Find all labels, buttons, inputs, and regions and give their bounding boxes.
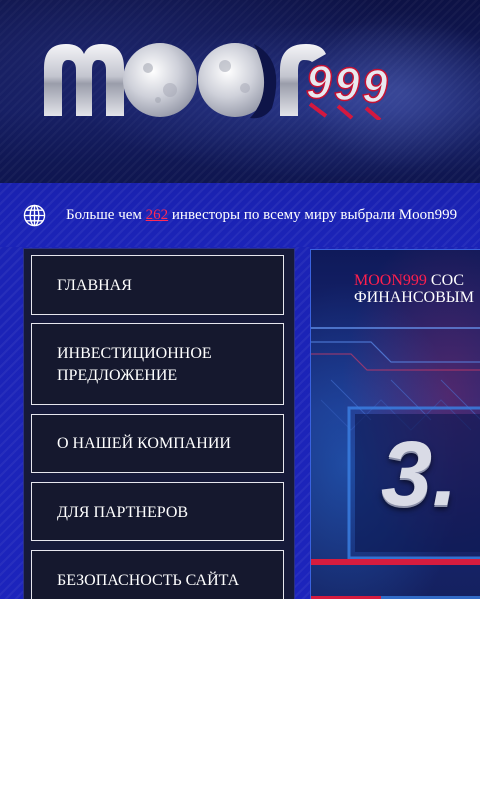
ticker-prefix: Больше чем	[66, 207, 142, 223]
page: 9 9 9 Больше чем 262 инвесторы по всему …	[0, 0, 480, 800]
site-header: 9 9 9	[0, 0, 480, 183]
menu-item-investment-offer-line2: ПРЕДЛОЖЕНИЕ	[57, 367, 178, 384]
menu-item-about-company-label: О НАШЕЙ КОМПАНИИ	[57, 435, 231, 452]
banner-title-rest: СОС	[430, 272, 464, 289]
banner-brand: MOON999	[354, 272, 427, 289]
menu-item-site-security[interactable]: БЕЗОПАСНОСТЬ САЙТА	[31, 550, 284, 599]
menu-item-partners-label: ДЛЯ ПАРТНЕРОВ	[57, 504, 189, 521]
menu-item-home-label: ГЛАВНАЯ	[57, 277, 132, 294]
globe-icon	[23, 204, 46, 227]
banner-title: MOON999 СОС ФИНАНСОВЫМ	[354, 272, 474, 306]
menu-item-home[interactable]: ГЛАВНАЯ	[31, 255, 284, 315]
moon999-logo[interactable]: 9 9 9	[40, 38, 400, 120]
menu-item-partners[interactable]: ДЛЯ ПАРТНЕРОВ	[31, 482, 284, 541]
ticker-text: Больше чем 262 инвесторы по всему миру в…	[66, 205, 457, 225]
banner-title-line2: ФИНАНСОВЫМ	[354, 289, 474, 306]
banner-title-line1: MOON999 СОС	[354, 272, 474, 289]
banner-big-number: 3.	[381, 423, 458, 525]
investor-count-link[interactable]: 262	[146, 207, 169, 223]
menu-item-about-company[interactable]: О НАШЕЙ КОМПАНИИ	[31, 414, 284, 473]
menu-item-site-security-label: БЕЗОПАСНОСТЬ САЙТА	[57, 572, 240, 589]
menu-item-investment-offer[interactable]: ИНВЕСТИЦИОННОЕ ПРЕДЛОЖЕНИЕ	[31, 323, 284, 405]
investors-ticker: Больше чем 262 инвесторы по всему миру в…	[0, 183, 480, 247]
logo-digit-9b: 9	[334, 58, 360, 110]
ticker-suffix: инвесторы по всему миру выбрали Moon999	[171, 207, 458, 223]
menu-item-investment-offer-line1: ИНВЕСТИЦИОННОЕ	[57, 345, 212, 362]
logo-digit-9c: 9	[362, 60, 388, 112]
promo-banner[interactable]: MOON999 СОС ФИНАНСОВЫМ 3.	[310, 249, 480, 599]
logo-digit-9a: 9	[306, 56, 332, 108]
sidebar-menu: ГЛАВНАЯ ИНВЕСТИЦИОННОЕ ПРЕДЛОЖЕНИЕ О НАШ…	[24, 249, 294, 599]
main-content: ГЛАВНАЯ ИНВЕСТИЦИОННОЕ ПРЕДЛОЖЕНИЕ О НАШ…	[0, 247, 480, 599]
